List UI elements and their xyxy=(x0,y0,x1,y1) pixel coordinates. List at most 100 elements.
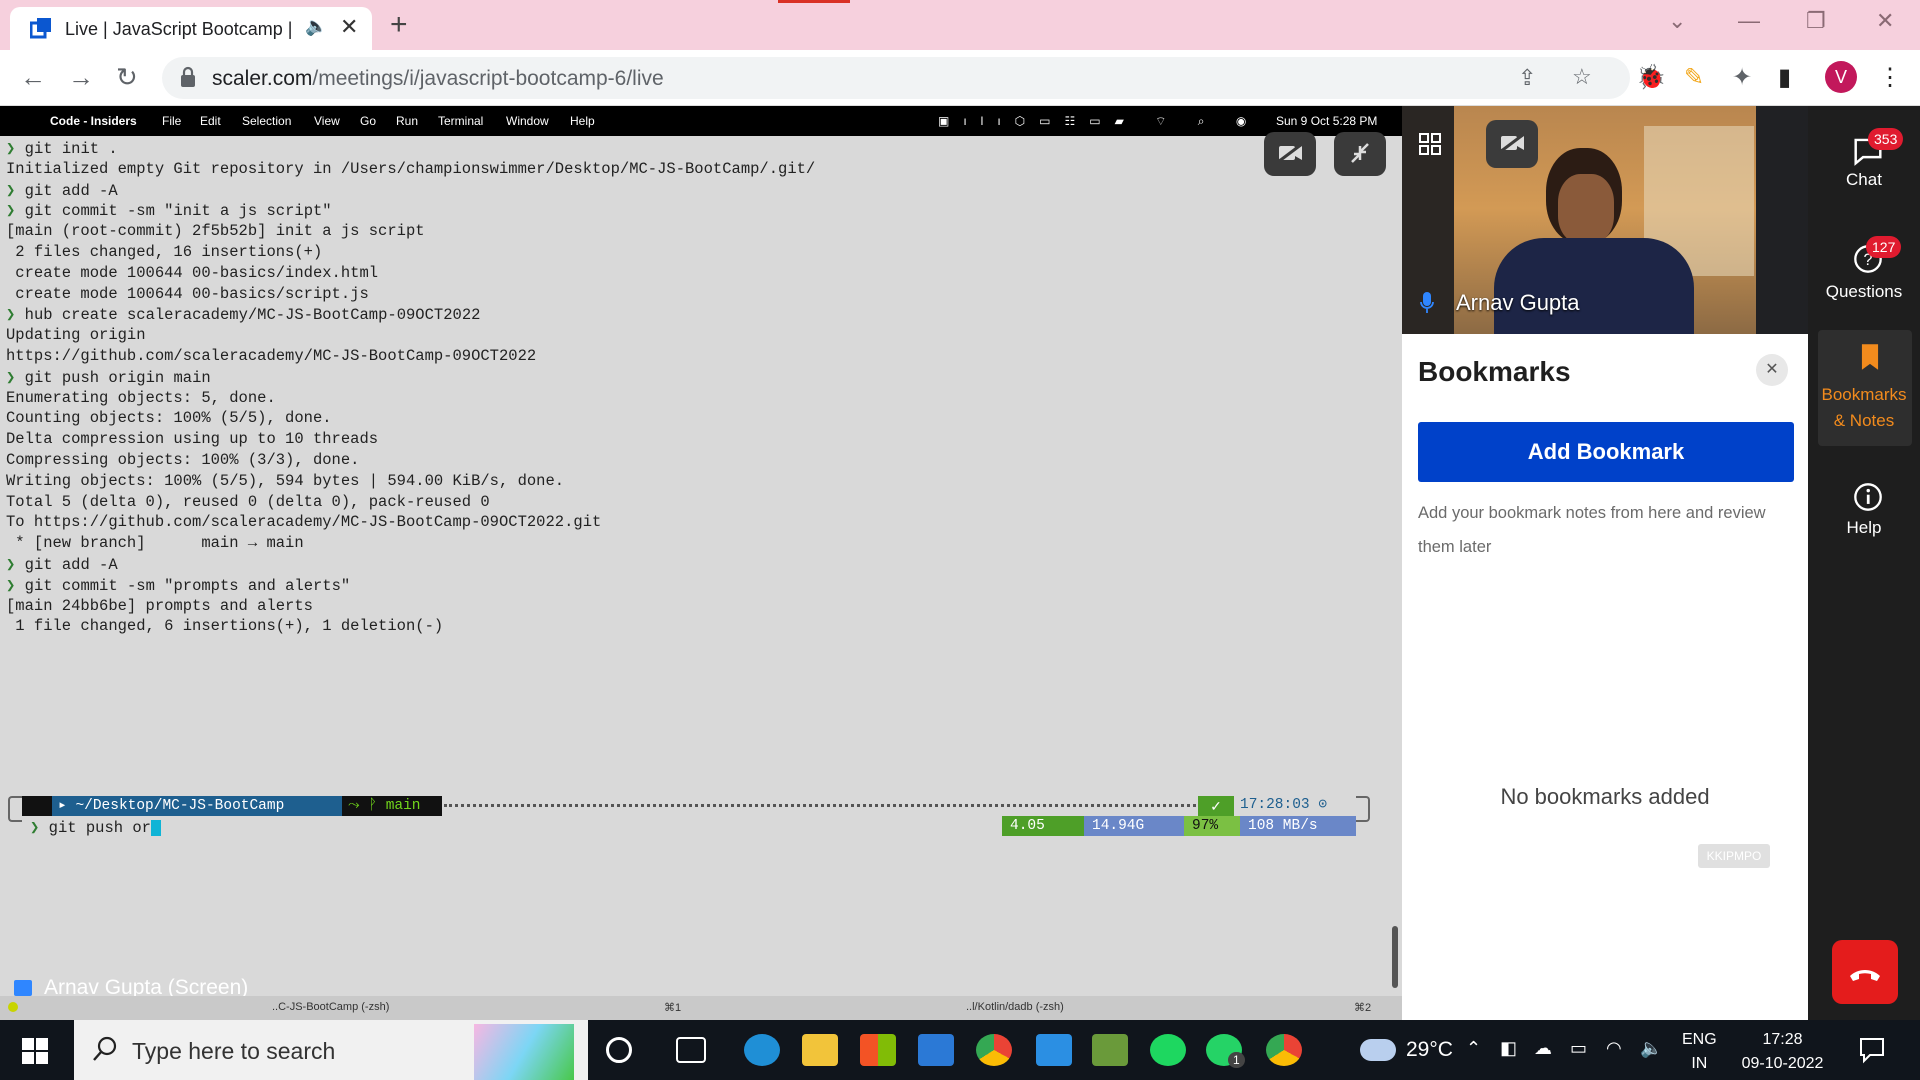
terminal-line: To https://github.com/scaleracademy/MC-J… xyxy=(6,513,601,531)
grid-view-button[interactable] xyxy=(1404,120,1456,168)
windows-taskbar: Type here to search 1 29°C ⌃ ◧ ☁ ▭ ◠ 🔈 E… xyxy=(0,1020,1920,1080)
terminal-tab-2[interactable]: ..l/Kotlin/dadb (-zsh) xyxy=(966,1001,1064,1013)
battery-icon[interactable]: ▭ xyxy=(1570,1038,1587,1059)
menubar-item: Edit xyxy=(200,114,221,128)
session-code: KKIPMPO xyxy=(1698,844,1770,868)
microsoft-store-icon[interactable] xyxy=(860,1034,896,1066)
minimize-screen-button[interactable] xyxy=(1334,132,1386,176)
task-view-icon[interactable] xyxy=(606,1037,632,1063)
url-text: scaler.com/meetings/i/javascript-bootcam… xyxy=(212,67,664,91)
widgets-icon[interactable] xyxy=(676,1037,706,1063)
prompt-chevron: ❯ xyxy=(30,819,40,837)
meeting-sidebar: 353 Chat ? 127 Questions Bookmarks & Note… xyxy=(1808,106,1920,1020)
minimize-button[interactable]: — xyxy=(1738,8,1760,34)
share-icon[interactable]: ⇪ xyxy=(1518,65,1536,91)
wifi-icon[interactable]: ◠ xyxy=(1606,1038,1622,1059)
participant-name: Arnav Gupta xyxy=(1456,290,1580,315)
mail-icon[interactable] xyxy=(918,1034,954,1066)
menubar-status-icons: ▣ılı⬡▭☷▭▰ ⌔ ⌕ ◉ xyxy=(938,114,1261,128)
terminal-line-text: Compressing objects: 100% (3/3), done. xyxy=(6,451,360,469)
close-panel-button[interactable]: ✕ xyxy=(1756,354,1788,386)
cloud-icon xyxy=(1360,1039,1396,1062)
load-average: 4.05 xyxy=(1002,816,1084,836)
terminal-line-text: 1 file changed, 6 insertions(+), 1 delet… xyxy=(6,617,444,636)
terminal-line: ❯ git add -A xyxy=(6,181,118,200)
menubar-item: Go xyxy=(360,114,377,128)
windows-start-icon[interactable] xyxy=(22,1038,48,1064)
onedrive-icon[interactable]: ☁ xyxy=(1534,1038,1552,1059)
extension-pencil-icon[interactable]: ✎ xyxy=(1684,63,1704,92)
terminal-line: create mode 100644 00-basics/script.js xyxy=(6,285,368,303)
camera-off-icon xyxy=(1499,132,1525,154)
sidebar-item-bookmarks[interactable]: Bookmarks & Notes xyxy=(1808,342,1920,442)
terminal-line: [main 24bb6be] prompts and alerts xyxy=(6,597,313,615)
url-host: scaler.com xyxy=(212,67,313,90)
sidebar-item-chat[interactable]: 353 Chat xyxy=(1808,126,1920,196)
close-window-button[interactable]: ✕ xyxy=(1876,8,1894,34)
terminal-line-text: create mode 100644 00-basics/index.html xyxy=(6,263,379,282)
video-off-button[interactable] xyxy=(1264,132,1316,176)
show-hidden-icons[interactable]: ⌃ xyxy=(1466,1038,1481,1059)
close-tab-icon[interactable]: ✕ xyxy=(340,14,358,40)
chrome-menu-icon[interactable]: ⋮ xyxy=(1878,63,1902,92)
bookmark-star-icon[interactable]: ☆ xyxy=(1572,64,1592,90)
terminal-line-text: git add -A xyxy=(15,556,118,574)
prompt-chevron: ❯ xyxy=(6,368,16,387)
edge-icon[interactable] xyxy=(744,1034,780,1066)
whatsapp-icon[interactable]: 1 xyxy=(1206,1034,1245,1068)
reload-button[interactable]: ↻ xyxy=(116,62,138,93)
end-call-button[interactable] xyxy=(1832,940,1898,1004)
terminal: ❯ git init . Initialized empty Git reposi… xyxy=(0,132,1402,1020)
spotify-icon[interactable] xyxy=(1150,1034,1186,1066)
forward-button[interactable]: → xyxy=(68,62,94,93)
search-placeholder: Type here to search xyxy=(132,1038,336,1064)
chrome-profile-icon[interactable] xyxy=(1266,1034,1302,1066)
notepad-app-icon[interactable] xyxy=(1092,1034,1128,1066)
prompt-path-text: ~/Desktop/MC-JS-BootCamp xyxy=(75,798,285,814)
scaler-favicon-icon xyxy=(30,18,51,39)
terminal-scrollbar[interactable] xyxy=(1392,926,1398,988)
terminal-line: Enumerating objects: 5, done. xyxy=(6,389,276,407)
clock-time: 17:28 xyxy=(1762,1031,1803,1048)
terminal-tab-1[interactable]: ..C-JS-BootCamp (-zsh) xyxy=(272,1001,389,1013)
terminal-line-text: git push origin main xyxy=(15,368,211,387)
sidebar-item-help[interactable]: Help xyxy=(1808,474,1920,544)
extensions-puzzle-icon[interactable]: ✦ xyxy=(1732,63,1752,92)
terminal-line: Delta compression using up to 10 threads xyxy=(6,430,378,448)
tab-search-icon[interactable]: ⌄ xyxy=(1668,8,1686,34)
system-clock[interactable]: 17:28 09-10-2022 xyxy=(1730,1028,1835,1076)
sidebar-label-help: Help xyxy=(1846,518,1882,537)
terminal-line: * [new branch] main → main xyxy=(6,534,303,552)
chrome-icon[interactable] xyxy=(976,1034,1012,1066)
weather-widget[interactable]: 29°C xyxy=(1360,1038,1453,1062)
vscode-icon[interactable] xyxy=(1036,1034,1072,1066)
file-explorer-icon[interactable] xyxy=(802,1034,838,1066)
new-tab-button[interactable]: + xyxy=(390,8,408,42)
back-button[interactable]: ← xyxy=(20,62,46,93)
menubar-app-name: Code - Insiders xyxy=(50,114,137,128)
add-bookmark-button[interactable]: Add Bookmark xyxy=(1418,422,1794,482)
terminal-line: [main (root-commit) 2f5b52b] init a js s… xyxy=(6,222,425,240)
profile-avatar[interactable]: V xyxy=(1825,61,1857,93)
lock-icon[interactable] xyxy=(180,66,196,88)
terminal-line-text: [main (root-commit) 2f5b52b] init a js s… xyxy=(6,222,425,241)
network-speed: 108 MB/s xyxy=(1240,816,1356,836)
terminal-line: 2 files changed, 16 insertions(+) xyxy=(6,243,322,261)
side-panel-icon[interactable]: ▮ xyxy=(1778,63,1791,92)
address-bar[interactable]: scaler.com/meetings/i/javascript-bootcam… xyxy=(162,57,1630,99)
restore-button[interactable]: ❐ xyxy=(1806,8,1826,34)
prompt-chevron: ❯ xyxy=(6,556,16,574)
volume-icon[interactable]: 🔈 xyxy=(1640,1038,1662,1059)
extension-bug-icon[interactable]: 🐞 xyxy=(1636,63,1666,92)
meet-icon[interactable]: ◧ xyxy=(1500,1038,1517,1059)
collapse-icon xyxy=(1351,143,1369,163)
audio-playing-icon[interactable]: 🔈 xyxy=(305,16,327,37)
browser-tab-active[interactable]: Live | JavaScript Bootcamp | S 🔈 ✕ xyxy=(10,7,372,50)
notifications-icon[interactable] xyxy=(1858,1036,1886,1064)
participant-video-off-button[interactable] xyxy=(1486,120,1538,168)
command-input[interactable]: ❯ git push or xyxy=(30,818,161,837)
taskbar-search[interactable]: Type here to search xyxy=(74,1020,588,1080)
sidebar-item-questions[interactable]: ? 127 Questions xyxy=(1808,234,1920,314)
prompt-chevron: ❯ xyxy=(6,306,16,325)
language-indicator[interactable]: ENG IN xyxy=(1682,1028,1717,1076)
